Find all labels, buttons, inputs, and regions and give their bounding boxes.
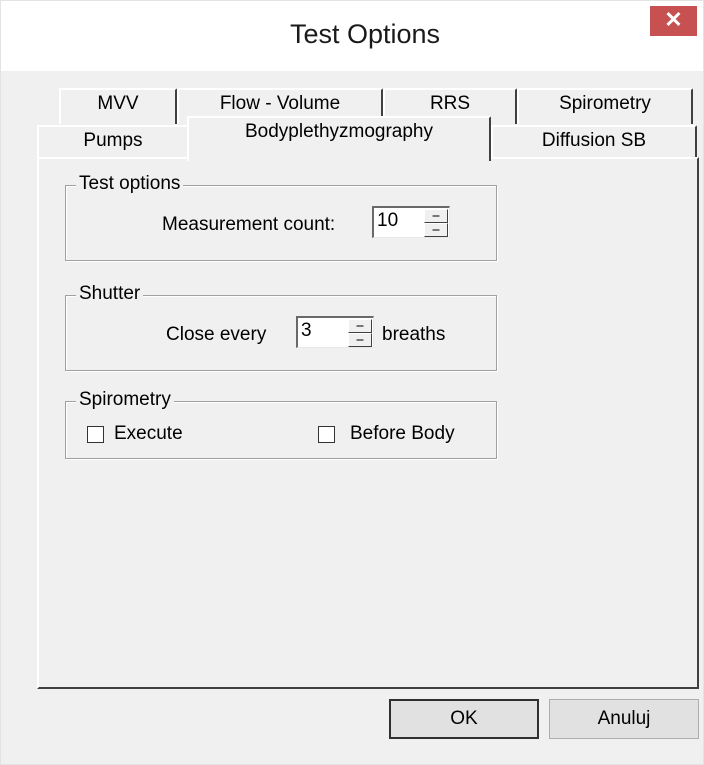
before-body-checkbox[interactable] <box>318 426 335 443</box>
test-options-group: Test options Measurement count: 10 <box>65 173 497 261</box>
close-every-label: Close every <box>166 324 267 345</box>
close-button[interactable]: ✕ <box>650 6 697 36</box>
group-legend: Test options <box>76 173 184 195</box>
measurement-count-value: 10 <box>377 210 399 231</box>
tab-spirometry[interactable]: Spirometry <box>517 88 693 124</box>
tab-bodyplethyzmography[interactable]: Bodyplethyzmography <box>187 116 491 161</box>
before-body-label[interactable]: Before Body <box>350 423 455 445</box>
tab-pumps[interactable]: Pumps <box>37 125 189 159</box>
tab-label: MVV <box>97 93 139 114</box>
group-legend: Shutter <box>76 283 144 305</box>
measurement-count-stepper[interactable]: 10 <box>372 206 450 238</box>
dialog-window: Test Options ✕ MVV Flow - Volume RRS Spi… <box>0 0 704 765</box>
increment-button[interactable] <box>348 319 372 333</box>
tab-diffusion-sb[interactable]: Diffusion SB <box>491 125 697 159</box>
spin-buttons <box>348 319 372 347</box>
tab-panel: Test options Measurement count: 10 Shutt… <box>37 157 699 689</box>
shutter-group: Shutter Close every 3 breaths <box>65 283 497 371</box>
tab-label: Flow - Volume <box>219 93 341 114</box>
cancel-button[interactable]: Anuluj <box>549 699 699 739</box>
tab-label: Pumps <box>83 130 143 151</box>
execute-checkbox[interactable] <box>87 426 104 443</box>
increment-button[interactable] <box>424 209 448 223</box>
decrement-button[interactable] <box>424 223 448 237</box>
close-icon: ✕ <box>664 7 683 32</box>
spirometry-group: Spirometry Execute Before Body <box>65 389 497 459</box>
close-every-value: 3 <box>301 320 312 341</box>
tab-mvv[interactable]: MVV <box>59 88 177 124</box>
tab-label: Spirometry <box>559 93 651 114</box>
tab-label: Diffusion SB <box>541 130 647 151</box>
group-legend: Spirometry <box>76 389 174 411</box>
breaths-label: breaths <box>382 324 446 345</box>
measurement-count-label: Measurement count: <box>162 214 336 235</box>
execute-label[interactable]: Execute <box>114 423 183 445</box>
title-bar[interactable]: Test Options ✕ <box>1 1 703 71</box>
spin-buttons <box>424 209 448 237</box>
tab-label: RRS <box>429 93 471 114</box>
close-every-stepper[interactable]: 3 <box>296 316 374 348</box>
dialog-title: Test Options <box>289 19 441 49</box>
ok-button[interactable]: OK <box>389 699 539 739</box>
decrement-button[interactable] <box>348 333 372 347</box>
tab-label: Bodyplethyzmography <box>245 121 433 142</box>
